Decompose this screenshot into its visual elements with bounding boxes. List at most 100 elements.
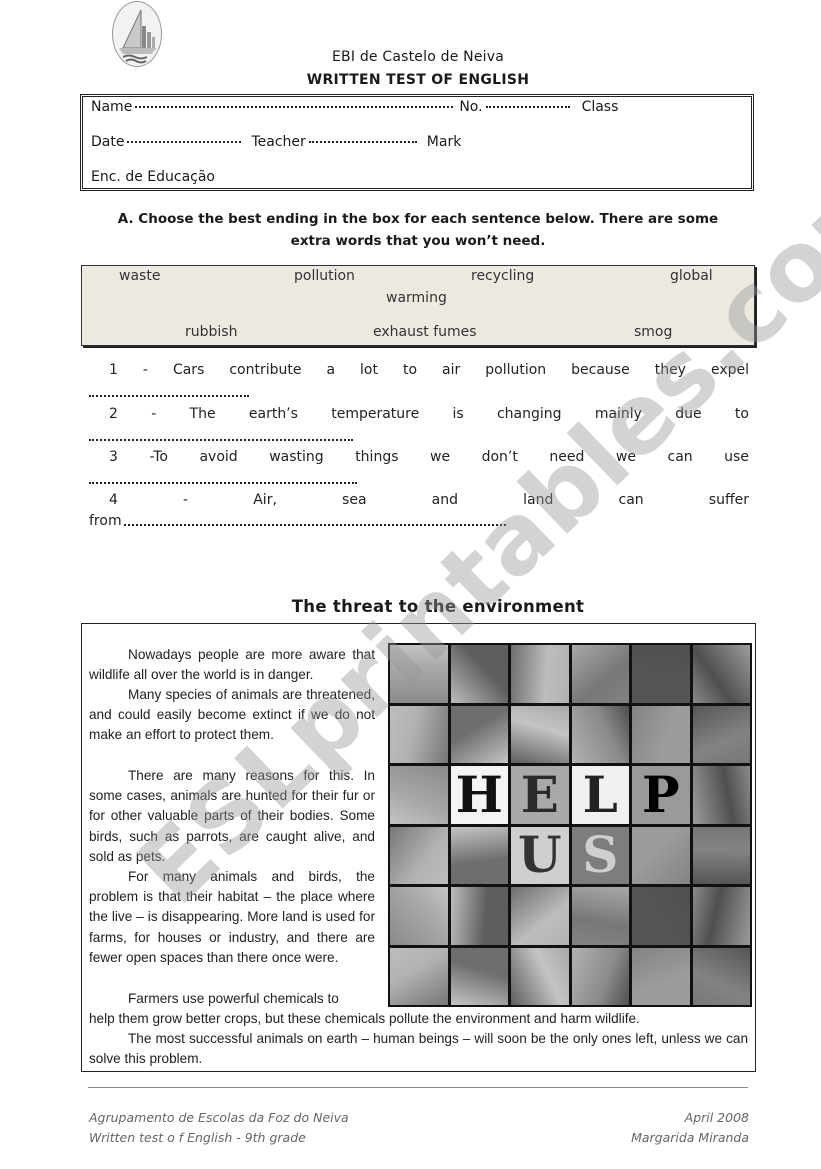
name-label: Name xyxy=(91,99,133,115)
date-label: Date xyxy=(91,134,125,150)
number-field[interactable] xyxy=(485,106,570,108)
collage-letter-glyph: U xyxy=(517,826,562,884)
sentence-word: things xyxy=(355,449,399,465)
sentence-dash: - xyxy=(183,492,189,508)
collage-photo-turtle-in-chains xyxy=(692,766,750,824)
sentence-word: we xyxy=(430,449,451,465)
collage-letter-glyph: S xyxy=(582,826,619,884)
collage-photo-seal-on-ice xyxy=(450,705,508,763)
sentence-3: 3 -To avoid wasting things we don’t need… xyxy=(89,449,749,465)
collage-letter-e: E xyxy=(511,766,569,824)
sentence-word: a xyxy=(326,362,336,378)
word-bank-item: exhaust fumes xyxy=(373,324,477,340)
teacher-field[interactable] xyxy=(308,141,417,143)
sentence-number: 2 xyxy=(109,406,118,422)
footer-school: Agrupamento de Escolas da Foz do Neiva xyxy=(89,1110,349,1125)
sentence-word: The xyxy=(189,406,216,422)
word-bank-item: waste xyxy=(119,268,161,284)
answer-blank-3[interactable] xyxy=(89,482,357,484)
sentence-word: mainly xyxy=(594,406,642,422)
collage-photo-bald-eagle xyxy=(632,947,690,1005)
sentence-number: 3 xyxy=(109,449,118,465)
collage-photo-panda xyxy=(632,645,690,703)
sentence-4: 4 - Air, sea and land can suffer xyxy=(89,492,749,508)
sentence-word: Cars xyxy=(172,362,205,378)
sentence-word: they xyxy=(654,362,686,378)
collage-letter-l: L xyxy=(571,766,629,824)
sentence-word: to xyxy=(402,362,418,378)
collage-photo-bird-nest xyxy=(632,826,690,884)
collage-photo-lake-landscape xyxy=(390,645,448,703)
collage-photo-wolf xyxy=(450,826,508,884)
collage-photo-lemur xyxy=(511,645,569,703)
sentence-word: avoid xyxy=(199,449,238,465)
date-field[interactable] xyxy=(127,141,242,143)
teacher-label: Teacher xyxy=(251,134,306,150)
sentence-4-continuation: from xyxy=(89,513,122,529)
reading-paragraph: Many species of animals are threatened, … xyxy=(89,687,375,743)
test-title: WRITTEN TEST OF ENGLISH xyxy=(306,72,530,88)
sentence-word: wasting xyxy=(269,449,324,465)
reading-paragraph: The most successful animals on earth – h… xyxy=(89,1031,748,1067)
collage-letter-glyph: P xyxy=(641,766,680,824)
sentence-word: can xyxy=(667,449,693,465)
sentence-word: earth’s xyxy=(248,406,298,422)
collage-photo-whale xyxy=(692,705,750,763)
sentence-word: don’t xyxy=(481,449,518,465)
word-bank-box: waste pollution recycling global warming… xyxy=(81,265,755,346)
word-bank-item: warming xyxy=(386,290,447,306)
word-bank-item: global xyxy=(670,268,713,284)
sentence-word: changing xyxy=(496,406,562,422)
student-info-box: Name No. Class Date Teacher Mark Enc. de… xyxy=(80,94,754,191)
collage-photo-cheetah xyxy=(571,887,629,945)
sentence-word: lot xyxy=(360,362,378,378)
reading-paragraph: For many animals and birds, the problem … xyxy=(89,869,375,965)
sentence-word: can xyxy=(618,492,644,508)
sentence-word: expel xyxy=(710,362,749,378)
sentence-dash: - xyxy=(142,362,148,378)
collage-photo-gorilla xyxy=(450,947,508,1005)
answer-blank-4[interactable] xyxy=(124,524,506,526)
collage-photo-bear xyxy=(571,705,629,763)
collage-photo-butterfly xyxy=(511,887,569,945)
collage-photo-shrubland xyxy=(571,947,629,1005)
name-field[interactable] xyxy=(135,106,454,108)
collage-photo-bird xyxy=(632,887,690,945)
collage-photo-rhino xyxy=(692,887,750,945)
collage-photo-ocean-waves xyxy=(692,645,750,703)
collage-photo-snow-leopard xyxy=(450,645,508,703)
collage-photo-wild-cat xyxy=(390,705,448,763)
sentence-word: to xyxy=(734,406,749,422)
reading-paragraph: Farmers use powerful chemicals to xyxy=(128,991,339,1006)
collage-photo-camels xyxy=(390,947,448,1005)
sentence-word: Air, xyxy=(253,492,277,508)
collage-photo-sand-dunes xyxy=(692,947,750,1005)
sentence-word: due xyxy=(675,406,702,422)
reading-paragraph-continuation: help them grow better crops, but these c… xyxy=(89,1011,640,1026)
collage-photo-tiger xyxy=(450,887,508,945)
collage-photo-elephant xyxy=(390,766,448,824)
sentence-word: because xyxy=(571,362,630,378)
sentence-word: we xyxy=(615,449,636,465)
answer-blank-2[interactable] xyxy=(89,439,353,441)
footer-date: April 2008 xyxy=(684,1110,749,1125)
footer-test-info: Written test o f English - 9th grade xyxy=(89,1130,306,1145)
word-bank-item: smog xyxy=(634,324,673,340)
answer-blank-1[interactable] xyxy=(89,395,249,397)
collage-photo-coyote xyxy=(511,947,569,1005)
collage-photo-crane-bird xyxy=(571,645,629,703)
sentence-dash: -To xyxy=(149,449,168,465)
sentence-word: temperature xyxy=(331,406,420,422)
guardian-label: Enc. de Educação xyxy=(91,169,215,185)
sentence-word: suffer xyxy=(708,492,749,508)
collage-letter-glyph: E xyxy=(520,766,559,824)
exercise-a-instruction: A. Choose the best ending in the box for… xyxy=(117,211,719,249)
sentence-word: contribute xyxy=(229,362,302,378)
collage-letter-h: H xyxy=(450,766,508,824)
sentence-1: 1 - Cars contribute a lot to air polluti… xyxy=(89,362,749,378)
sentence-number: 1 xyxy=(109,362,118,378)
endangered-animals-collage: HELP US xyxy=(388,643,752,1007)
sentence-word: is xyxy=(452,406,464,422)
collage-letter-glyph: H xyxy=(455,766,503,824)
collage-photo-monkey xyxy=(390,887,448,945)
